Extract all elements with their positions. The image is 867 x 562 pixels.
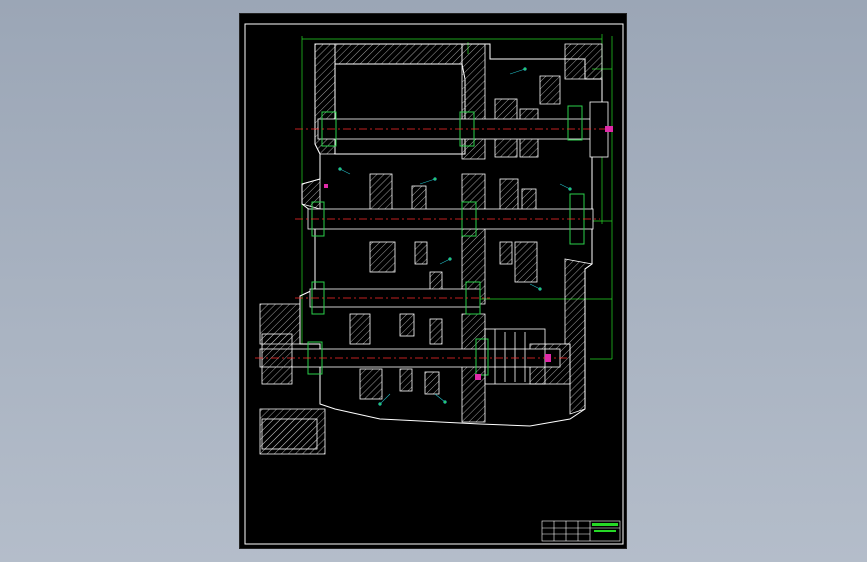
drawing-sheet xyxy=(239,13,627,549)
bearings xyxy=(307,105,585,376)
gearbox-assembly-drawing xyxy=(244,23,624,545)
title-block xyxy=(541,520,621,542)
